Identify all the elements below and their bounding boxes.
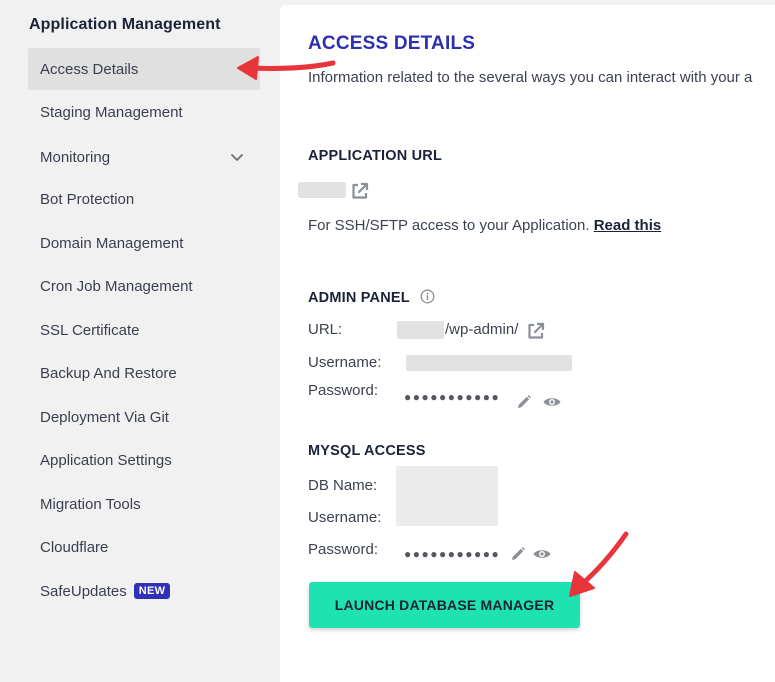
db-password-mask: ●●●●●●●●●●●: [404, 547, 501, 561]
admin-password-mask: ●●●●●●●●●●●: [404, 390, 501, 404]
admin-password-label: Password:: [308, 382, 379, 399]
eye-icon[interactable]: [532, 545, 552, 563]
sidebar-item-label: Migration Tools: [40, 495, 141, 513]
mysql-credentials-redacted[interactable]: [396, 466, 498, 526]
sidebar: Application Management Access Details St…: [0, 0, 280, 682]
sidebar-item-label: Application Settings: [40, 451, 172, 469]
sidebar-item-label: Monitoring: [40, 148, 111, 166]
help-text-label: For SSH/SFTP access to your Application.: [308, 217, 590, 234]
sidebar-item-ssl-certificate[interactable]: SSL Certificate: [28, 309, 260, 351]
admin-panel-heading: ADMIN PANEL: [308, 289, 435, 306]
read-this-link[interactable]: Read this: [594, 217, 662, 234]
sidebar-item-safeupdates[interactable]: SafeUpdates NEW: [28, 570, 260, 612]
db-username-label: Username:: [308, 509, 382, 526]
chevron-down-icon[interactable]: [230, 150, 244, 164]
info-icon[interactable]: [420, 289, 435, 304]
sidebar-heading: Application Management: [29, 16, 221, 33]
sidebar-item-application-settings[interactable]: Application Settings: [28, 439, 260, 481]
ssh-sftp-help-text: For SSH/SFTP access to your Application.…: [308, 217, 661, 234]
sidebar-item-label: SafeUpdates: [40, 582, 127, 600]
sidebar-item-label: Domain Management: [40, 234, 184, 252]
db-password-label: Password:: [308, 541, 379, 558]
application-url-heading: APPLICATION URL: [308, 148, 443, 164]
sidebar-item-label: SSL Certificate: [40, 321, 140, 339]
sidebar-item-domain-management[interactable]: Domain Management: [28, 222, 260, 264]
admin-url-suffix[interactable]: /wp-admin/: [445, 321, 518, 338]
sidebar-item-label: Access Details: [40, 60, 139, 78]
new-badge: NEW: [133, 583, 171, 599]
db-name-label: DB Name:: [308, 477, 378, 494]
admin-url-domain-redacted[interactable]: [397, 321, 444, 339]
sidebar-item-migration-tools[interactable]: Migration Tools: [28, 483, 260, 525]
edit-icon[interactable]: [509, 545, 527, 563]
mysql-access-heading: MYSQL ACCESS: [308, 443, 426, 459]
sidebar-item-cron-job-management[interactable]: Cron Job Management: [28, 265, 260, 307]
access-details-panel: ACCESS DETAILS Information related to th…: [280, 5, 775, 682]
sidebar-item-deployment-via-git[interactable]: Deployment Via Git: [28, 396, 260, 438]
sidebar-item-label: Deployment Via Git: [40, 408, 169, 426]
external-link-icon[interactable]: [350, 181, 370, 201]
admin-username-value-redacted[interactable]: [406, 355, 572, 371]
sidebar-item-label: Bot Protection: [40, 190, 135, 208]
launch-database-manager-button[interactable]: LAUNCH DATABASE MANAGER: [309, 582, 580, 628]
sidebar-item-bot-protection[interactable]: Bot Protection: [28, 178, 260, 220]
annotation-arrow-icon: [237, 56, 336, 80]
admin-panel-heading-label: ADMIN PANEL: [308, 290, 410, 306]
external-link-icon[interactable]: [526, 321, 546, 341]
sidebar-item-monitoring[interactable]: Monitoring: [28, 136, 260, 178]
sidebar-item-access-details[interactable]: Access Details: [28, 48, 260, 90]
sidebar-item-backup-and-restore[interactable]: Backup And Restore: [28, 352, 260, 394]
eye-icon[interactable]: [542, 393, 562, 411]
application-url-value-redacted[interactable]: [298, 182, 346, 198]
sidebar-item-label: Backup And Restore: [40, 364, 177, 382]
sidebar-item-cloudflare[interactable]: Cloudflare: [28, 526, 260, 568]
page-description: Information related to the several ways …: [308, 69, 753, 86]
annotation-arrow-icon: [569, 531, 629, 597]
admin-url-label: URL:: [308, 321, 343, 338]
sidebar-item-staging-management[interactable]: Staging Management: [28, 91, 260, 133]
admin-username-label: Username:: [308, 354, 382, 371]
edit-icon[interactable]: [515, 393, 533, 411]
sidebar-item-label: Cron Job Management: [40, 277, 193, 295]
sidebar-item-label: Staging Management: [40, 103, 183, 121]
sidebar-item-label: Cloudflare: [40, 538, 109, 556]
